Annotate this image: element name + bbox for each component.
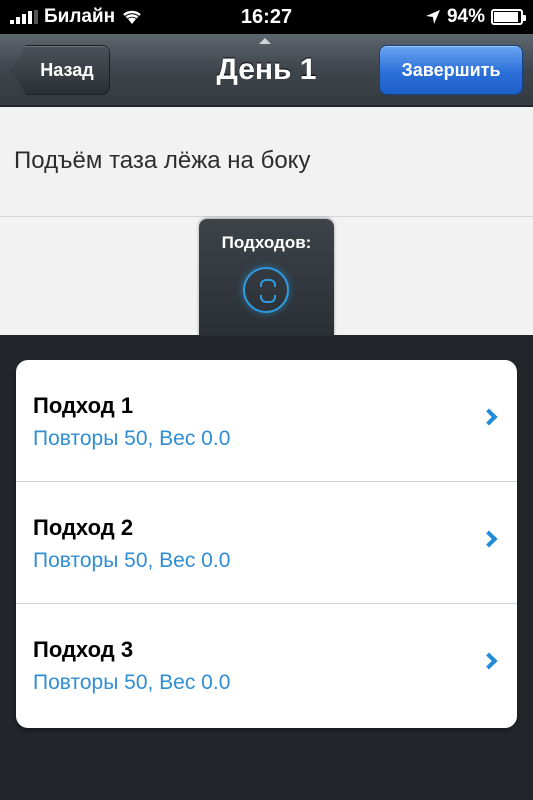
set-row-3[interactable]: Подход 3 Повторы 50, Вес 0.0 bbox=[16, 604, 517, 726]
stepper-icon[interactable] bbox=[243, 267, 289, 313]
sets-count-label: Подходов: bbox=[221, 233, 312, 252]
location-arrow-icon bbox=[425, 10, 440, 24]
battery-icon bbox=[491, 9, 526, 25]
carrier-label: Билайн bbox=[44, 6, 116, 27]
signal-icon bbox=[10, 10, 38, 24]
sets-count-tab[interactable]: Подходов: bbox=[199, 219, 334, 336]
wifi-icon bbox=[123, 10, 141, 24]
set-title: Подход 3 bbox=[33, 637, 134, 662]
set-detail: Повторы 50, Вес 0.0 bbox=[33, 427, 231, 450]
navigation-bar: День 1 Назад Завершить bbox=[0, 34, 533, 106]
set-row-1[interactable]: Подход 1 Повторы 50, Вес 0.0 bbox=[16, 360, 517, 482]
set-detail: Повторы 50, Вес 0.0 bbox=[33, 549, 231, 572]
chevron-right-icon bbox=[480, 652, 498, 670]
chevron-right-icon bbox=[480, 530, 498, 548]
exercise-name: Подъём таза лёжа на боку bbox=[14, 147, 311, 174]
chevron-right-icon bbox=[480, 408, 498, 426]
status-left: Билайн bbox=[10, 6, 143, 28]
status-bar: Билайн 16:27 94% bbox=[0, 0, 533, 34]
finish-button[interactable]: Завершить bbox=[379, 45, 523, 95]
battery-percent: 94% bbox=[446, 6, 485, 27]
sets-list: Подход 1 Повторы 50, Вес 0.0 Подход 2 По… bbox=[16, 360, 517, 728]
back-button[interactable]: Назад bbox=[12, 45, 110, 95]
set-row-2[interactable]: Подход 2 Повторы 50, Вес 0.0 bbox=[16, 482, 517, 604]
set-title: Подход 1 bbox=[33, 393, 134, 418]
set-title: Подход 2 bbox=[33, 515, 134, 540]
set-detail: Повторы 50, Вес 0.0 bbox=[33, 671, 231, 694]
divider bbox=[0, 216, 533, 217]
status-right: 94% bbox=[425, 6, 526, 28]
